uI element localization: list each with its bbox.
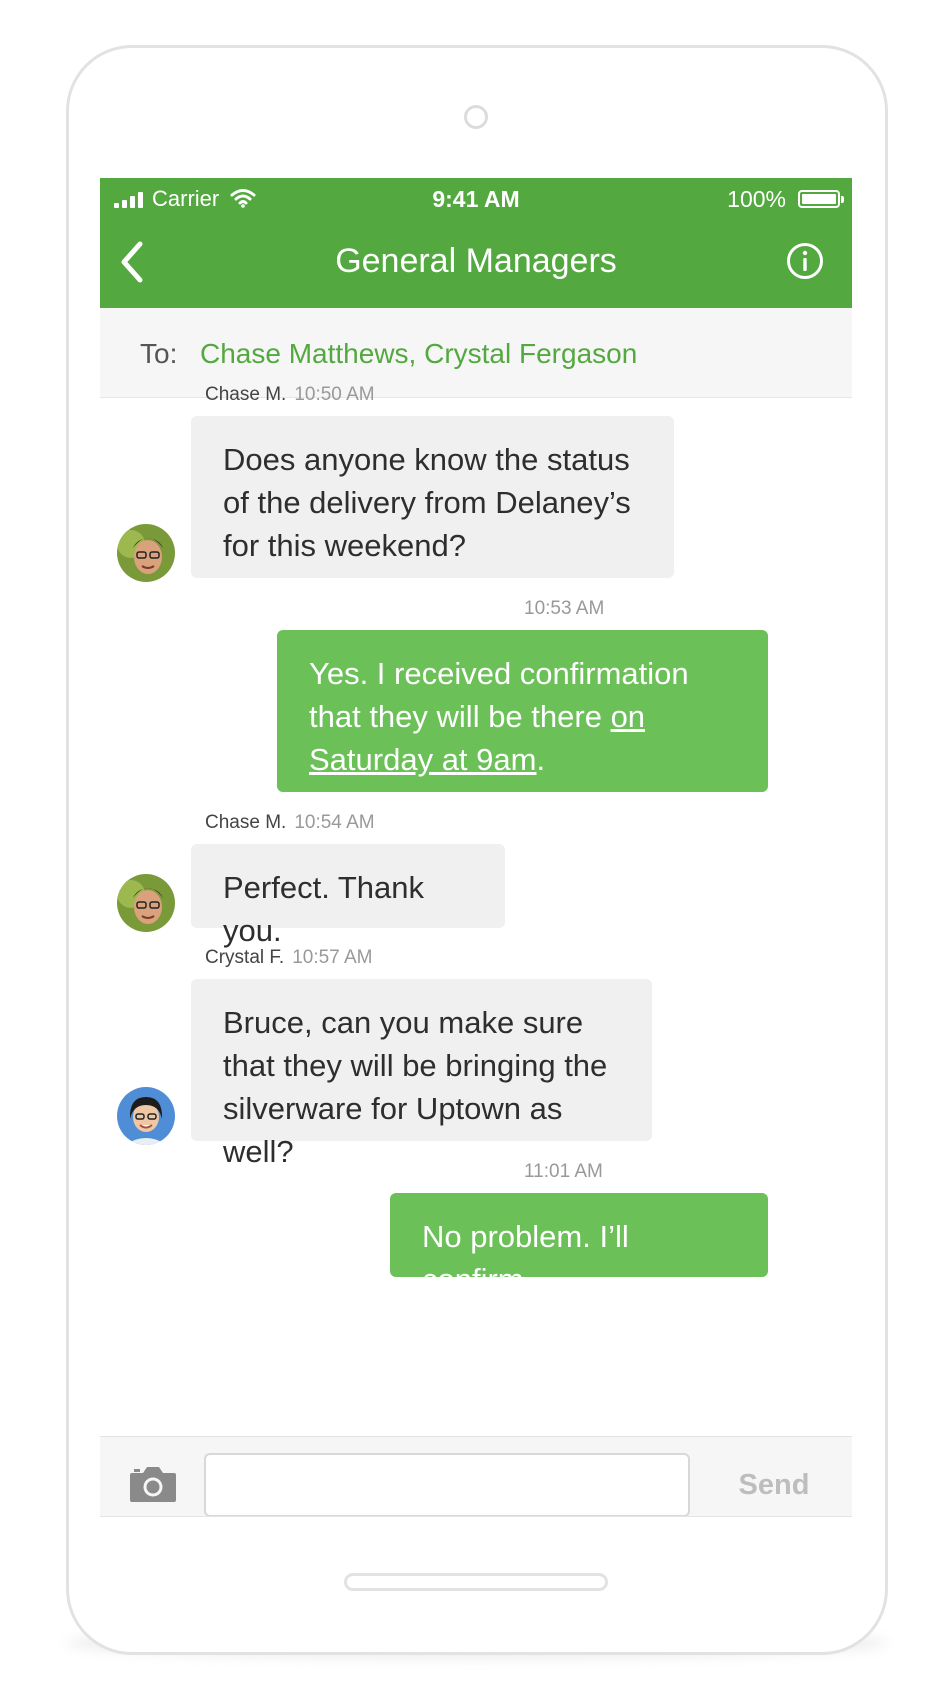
avatar[interactable] <box>117 524 175 582</box>
status-bar: Carrier 9:41 AM 100% <box>100 178 852 222</box>
sender-name: Chase M. <box>205 384 287 405</box>
incoming-message-bubble[interactable]: Perfect. Thank you. <box>191 844 505 948</box>
compose-bar: Send <box>100 1436 852 1516</box>
front-camera <box>464 105 488 129</box>
sender-name: Crystal F. <box>205 947 285 968</box>
message-meta: Chase M. 10:54 AM <box>205 812 375 834</box>
message-time: 10:57 AM <box>292 947 373 968</box>
message-time: 11:01 AM <box>524 1161 603 1182</box>
message-time: 10:54 AM <box>294 812 375 833</box>
message-meta: Chase M. 10:50 AM <box>205 384 375 406</box>
message-text-end: . <box>536 742 546 777</box>
sender-name: Chase M. <box>205 812 287 833</box>
info-icon[interactable] <box>786 242 824 280</box>
battery-icon <box>798 190 840 208</box>
message-time: 10:50 AM <box>294 384 375 405</box>
message-meta: Crystal F. 10:57 AM <box>205 947 372 969</box>
outgoing-message-bubble[interactable]: No problem. I’ll confirm. <box>390 1193 768 1297</box>
avatar[interactable] <box>117 874 175 932</box>
avatar[interactable] <box>117 1087 175 1145</box>
battery-tip <box>841 196 844 203</box>
incoming-message-bubble[interactable]: Does anyone know the status of the deliv… <box>191 416 674 578</box>
message-input[interactable] <box>204 1453 690 1516</box>
app-header: Carrier 9:41 AM 100% General Managers <box>100 178 852 308</box>
recipients-names[interactable]: Chase Matthews, Crystal Fergason <box>200 338 637 370</box>
incoming-message-bubble[interactable]: Bruce, can you make sure that they will … <box>191 979 652 1169</box>
recipients-label: To: <box>140 338 178 369</box>
send-button[interactable]: Send <box>704 1469 844 1502</box>
conversation-title: General Managers <box>335 242 617 280</box>
outgoing-message-bubble[interactable]: Yes. I received confirmation that they w… <box>277 630 768 792</box>
battery-percent: 100% <box>727 186 786 212</box>
message-time: 10:53 AM <box>524 598 605 619</box>
chat-screen: Carrier 9:41 AM 100% General Managers To… <box>100 178 852 1517</box>
home-indicator <box>344 1573 608 1591</box>
camera-icon[interactable] <box>128 1465 178 1503</box>
